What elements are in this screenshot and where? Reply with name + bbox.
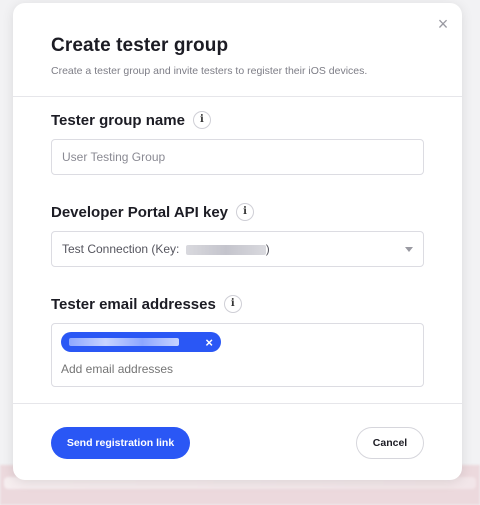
info-icon[interactable]: i <box>192 111 211 129</box>
api-key-select[interactable]: Test Connection (Key: ) <box>51 231 424 267</box>
redacted-email <box>69 338 179 346</box>
api-key-selected-value: Test Connection (Key: ) <box>62 242 270 256</box>
header-divider <box>13 96 462 97</box>
close-icon[interactable]: × <box>434 15 452 33</box>
dialog-title: Create tester group <box>51 35 229 56</box>
api-key-label: Developer Portal API key <box>51 203 229 221</box>
email-chip: × <box>61 332 221 352</box>
send-registration-link-button[interactable]: Send registration link <box>51 427 190 459</box>
redacted-key <box>185 244 266 255</box>
group-name-input[interactable]: User Testing Group <box>51 139 424 175</box>
footer-divider <box>13 403 462 404</box>
group-name-placeholder: User Testing Group <box>62 150 166 164</box>
dialog-header: Create tester group Create a tester grou… <box>51 35 424 77</box>
info-icon[interactable]: i <box>236 203 255 221</box>
group-name-field: Tester group name i User Testing Group <box>51 111 424 175</box>
api-key-field: Developer Portal API key i Test Connecti… <box>51 203 424 267</box>
emails-label: Tester email addresses <box>51 295 216 313</box>
create-tester-group-dialog: × Create tester group Create a tester gr… <box>13 3 462 480</box>
emails-field: Tester email addresses i × <box>51 295 424 387</box>
group-name-label: Tester group name <box>51 111 185 129</box>
dialog-subtitle: Create a tester group and invite testers… <box>51 65 368 77</box>
email-input[interactable] <box>61 362 414 376</box>
cancel-button[interactable]: Cancel <box>356 427 424 459</box>
emails-input-box[interactable]: × <box>51 323 424 387</box>
chevron-down-icon <box>405 246 413 252</box>
info-icon[interactable]: i <box>223 295 242 313</box>
remove-email-icon[interactable]: × <box>205 335 213 350</box>
